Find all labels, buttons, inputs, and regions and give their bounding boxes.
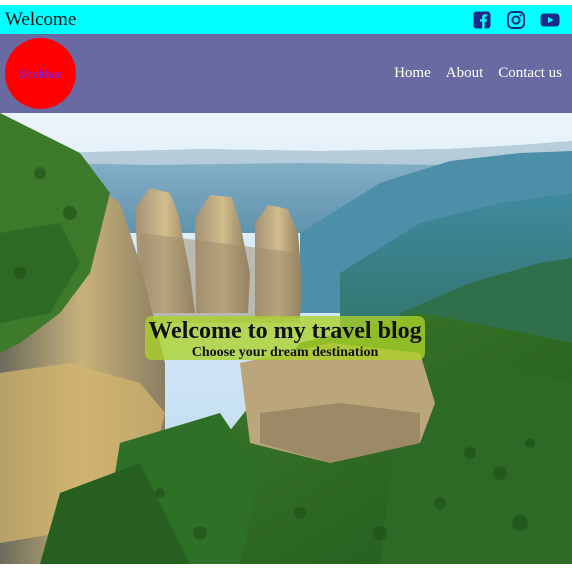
- logo-text: Shekhar: [19, 65, 62, 81]
- hero-subtitle: Choose your dream destination: [191, 345, 379, 360]
- navbar: Shekhar Home About Contact us: [0, 34, 572, 113]
- top-bar: Welcome: [0, 5, 572, 34]
- social-links: [472, 10, 560, 30]
- nav-contact-link[interactable]: Contact us: [498, 65, 562, 82]
- instagram-icon[interactable]: [506, 10, 526, 30]
- welcome-text: Welcome: [5, 8, 77, 30]
- nav-about-link[interactable]: About: [446, 65, 484, 82]
- page: Welcome Shekhar Home About Contact us We…: [0, 0, 572, 572]
- hero-section: Welcome to my travel blog Choose your dr…: [0, 113, 572, 564]
- facebook-icon[interactable]: [472, 10, 492, 30]
- hero-banner: Welcome to my travel blog Choose your dr…: [145, 316, 425, 360]
- youtube-icon[interactable]: [540, 10, 560, 30]
- nav-home-link[interactable]: Home: [394, 65, 431, 82]
- hero-title: Welcome to my travel blog: [148, 318, 422, 344]
- main-menu: Home About Contact us: [394, 34, 562, 113]
- logo[interactable]: Shekhar: [5, 38, 76, 109]
- page-bottom: [0, 564, 572, 572]
